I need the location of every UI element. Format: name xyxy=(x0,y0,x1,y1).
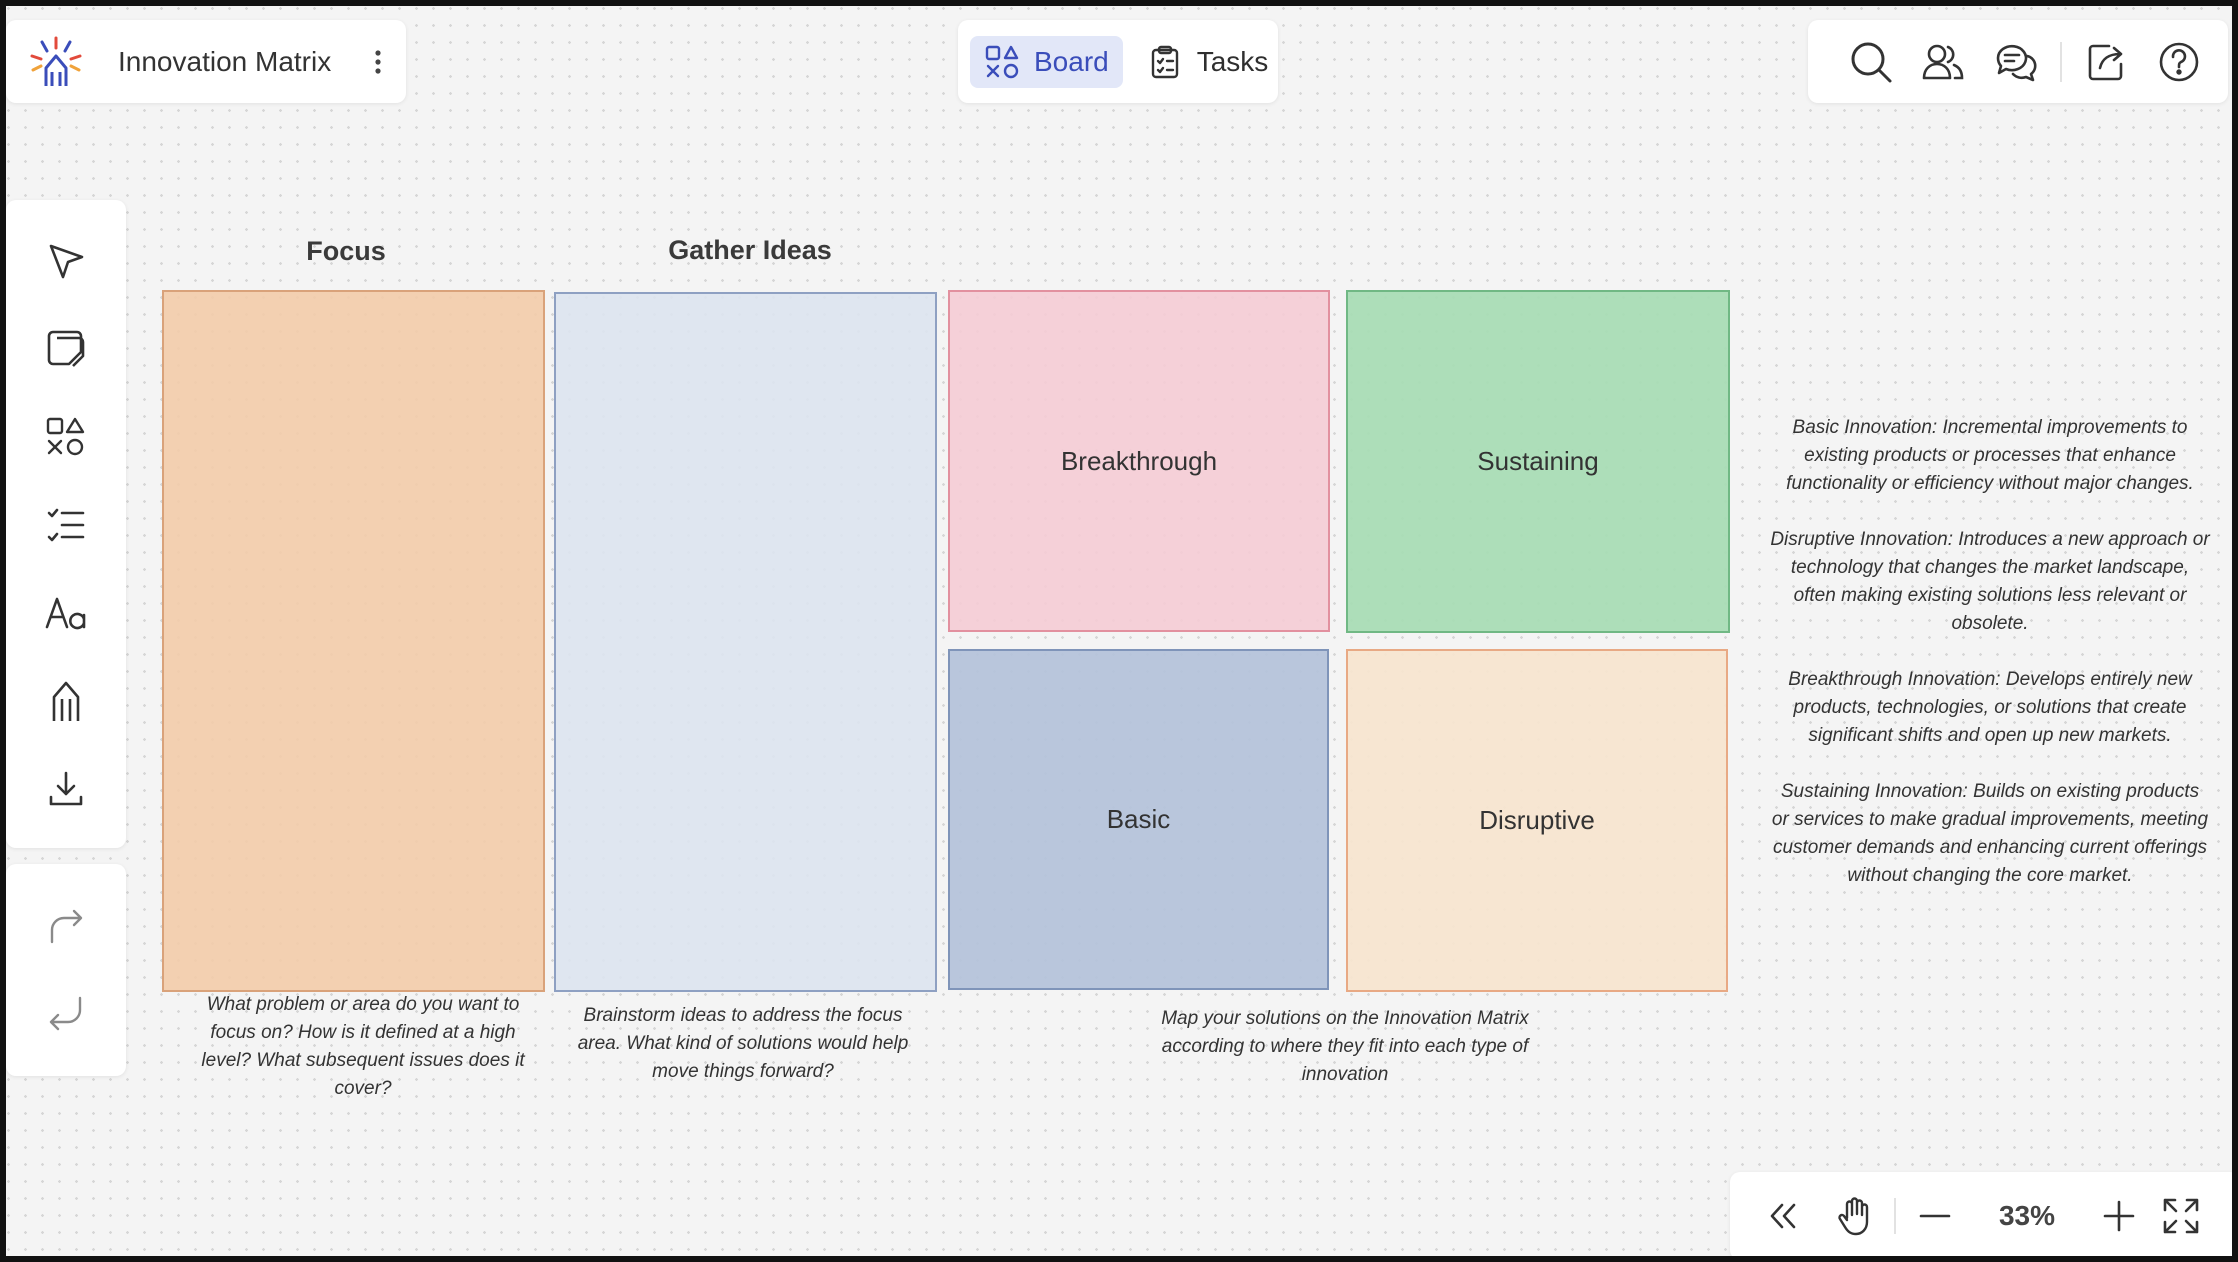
gather-ideas-caption: Brainstorm ideas to address the focus ar… xyxy=(577,1005,909,1082)
basic-label: Basic xyxy=(1106,804,1171,834)
legend-sustaining: Sustaining Innovation: Builds on existin… xyxy=(1771,781,2209,886)
disruptive-label: Disruptive xyxy=(1479,805,1595,835)
breakthrough-quadrant[interactable]: Breakthrough xyxy=(948,290,1330,632)
comments-icon[interactable] xyxy=(1992,38,2038,86)
gather-ideas-heading: Gather Ideas xyxy=(668,235,832,265)
view-tabs: Board Tasks xyxy=(958,20,1278,103)
zoom-out-icon[interactable] xyxy=(1912,1193,1958,1239)
more-options-icon[interactable] xyxy=(363,42,393,82)
legend-basic: Basic Innovation: Incremental improvemen… xyxy=(1786,417,2194,494)
text-icon[interactable] xyxy=(42,589,90,637)
tab-board-label: Board xyxy=(1034,45,1109,77)
redo-icon[interactable] xyxy=(42,902,90,950)
legend-breakthrough: Breakthrough Innovation: Develops entire… xyxy=(1788,669,2192,746)
breakthrough-label: Breakthrough xyxy=(1060,445,1218,476)
legend-disruptive: Disruptive Innovation: Introduces a new … xyxy=(1770,529,2210,634)
collapse-panel-icon[interactable] xyxy=(1760,1193,1806,1239)
sustaining-label: Sustaining xyxy=(1477,446,1599,476)
checklist-icon[interactable] xyxy=(42,501,90,549)
gather-ideas-area[interactable] xyxy=(554,292,937,992)
zoom-in-icon[interactable] xyxy=(2096,1193,2142,1239)
focus-area[interactable] xyxy=(162,290,545,992)
shapes-icon[interactable] xyxy=(42,413,90,461)
zoom-separator xyxy=(1894,1198,1896,1234)
search-icon[interactable] xyxy=(1848,38,1894,86)
basic-quadrant[interactable]: Basic xyxy=(948,649,1329,990)
focus-caption: What problem or area do you want to focu… xyxy=(201,994,525,1099)
undo-icon[interactable] xyxy=(42,990,90,1038)
tab-board[interactable]: Board xyxy=(970,35,1123,88)
focus-heading: Focus xyxy=(306,236,386,266)
tools-toolbar xyxy=(6,200,126,848)
innovation-legend: Basic Innovation: Incremental improvemen… xyxy=(1770,414,2210,918)
help-icon[interactable] xyxy=(2156,38,2202,86)
matrix-caption: Map your solutions on the Innovation Mat… xyxy=(1161,1008,1529,1085)
select-pointer-icon[interactable] xyxy=(42,237,90,285)
shapes-icon xyxy=(984,44,1020,80)
sticky-note-icon[interactable] xyxy=(42,325,90,373)
tab-tasks-label: Tasks xyxy=(1196,45,1269,77)
collaborators-icon[interactable] xyxy=(1920,38,1966,86)
top-actions xyxy=(1808,20,2228,103)
pan-hand-icon[interactable] xyxy=(1832,1193,1878,1239)
clipboard-checklist-icon xyxy=(1147,44,1183,80)
board-title[interactable]: Innovation Matrix xyxy=(118,46,331,78)
tab-tasks[interactable]: Tasks xyxy=(1133,36,1283,88)
app-logo-icon[interactable] xyxy=(26,32,86,92)
zoom-controls: 33% xyxy=(1730,1172,2238,1260)
board-title-panel: Innovation Matrix xyxy=(6,20,406,103)
download-icon[interactable] xyxy=(42,765,90,813)
zoom-level[interactable]: 33% xyxy=(1972,1200,2082,1232)
toolbar-separator xyxy=(2060,41,2062,82)
history-toolbar xyxy=(6,864,126,1076)
disruptive-quadrant[interactable]: Disruptive xyxy=(1346,649,1728,992)
templates-icon[interactable] xyxy=(42,677,90,725)
sustaining-quadrant[interactable]: Sustaining xyxy=(1346,290,1730,633)
share-icon[interactable] xyxy=(2084,38,2130,86)
fullscreen-icon[interactable] xyxy=(2158,1193,2204,1239)
